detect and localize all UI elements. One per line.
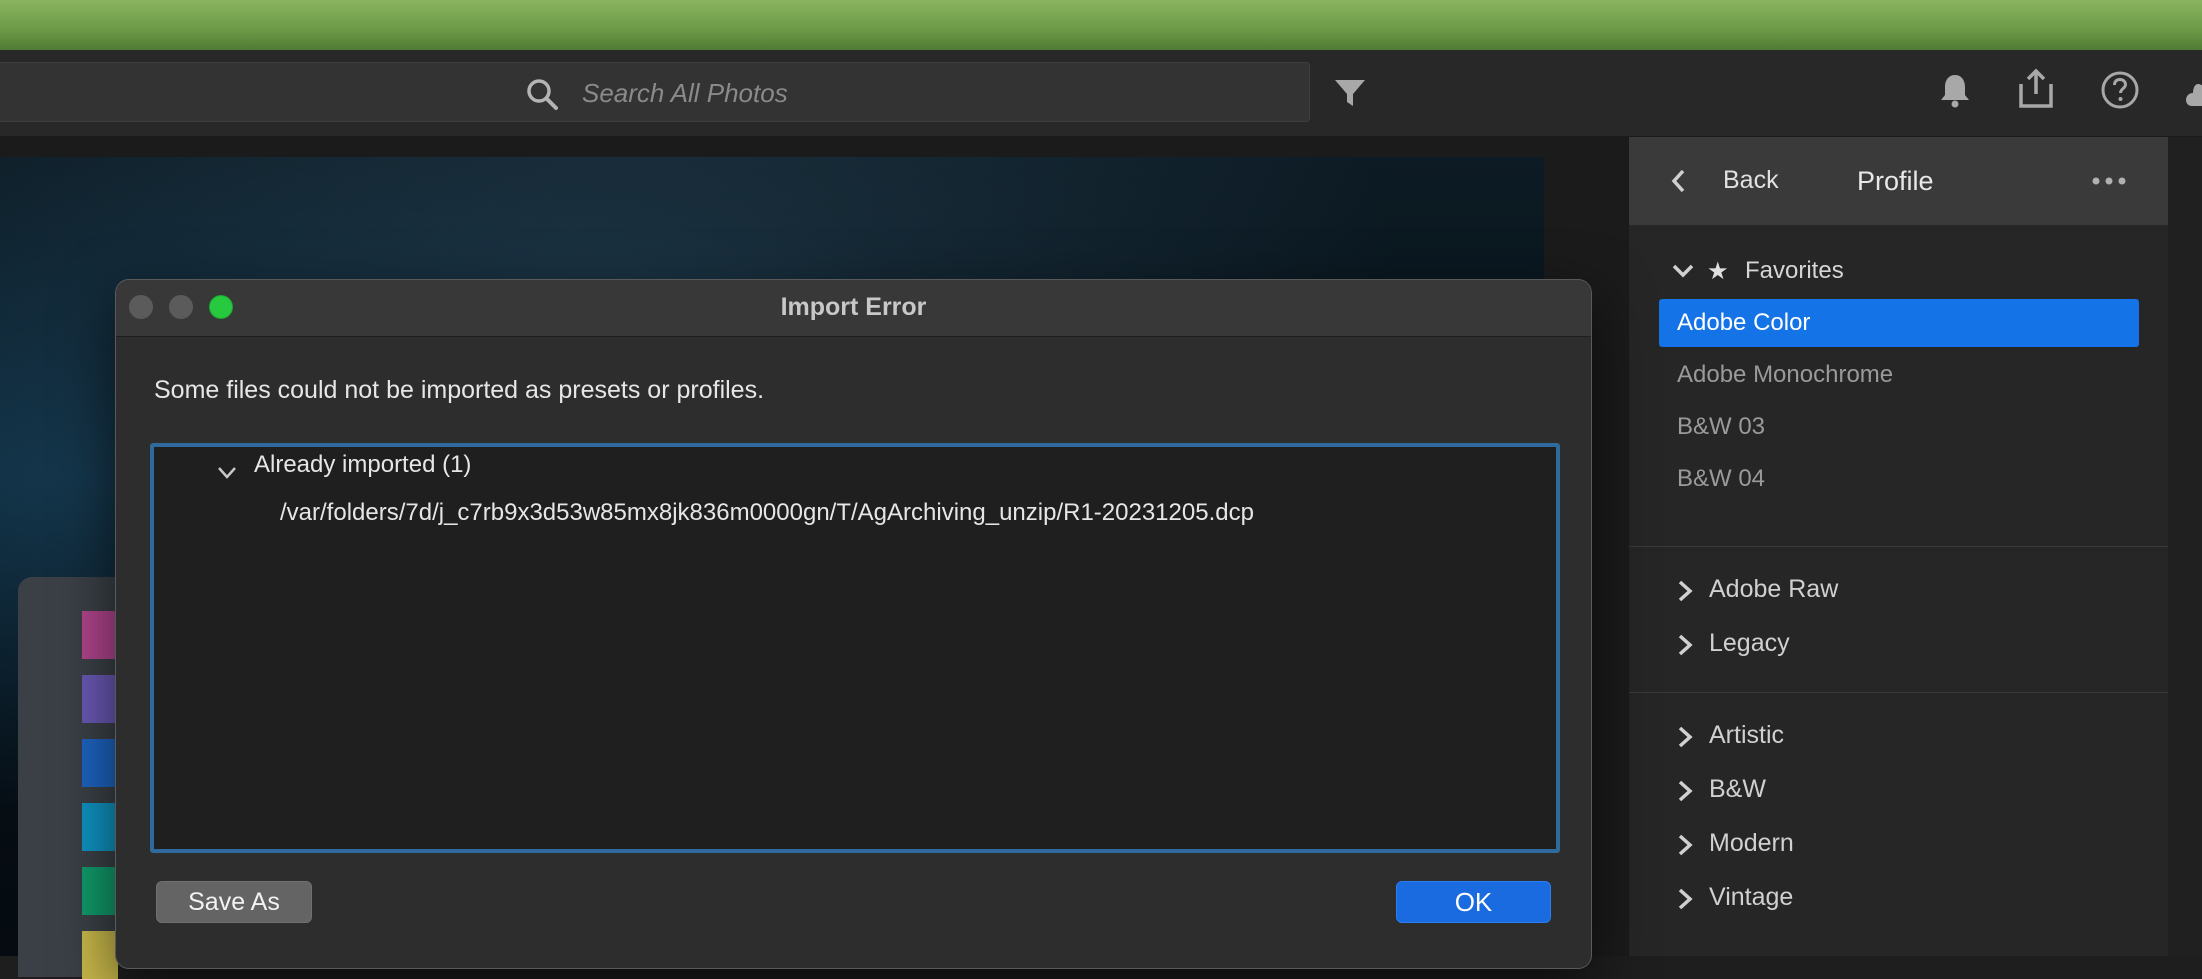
star-icon: ★	[1707, 258, 1729, 285]
swatch	[82, 867, 118, 915]
group-adobe-raw[interactable]: Adobe Raw	[1675, 573, 2135, 609]
chevron-left-icon[interactable]	[1667, 167, 1691, 195]
divider	[1629, 692, 2169, 693]
more-options-icon[interactable]	[2091, 175, 2127, 187]
chevron-right-icon	[1678, 780, 1693, 802]
profile-item-bw-03[interactable]: B&W 03	[1659, 403, 2139, 451]
favorites-group-header[interactable]: ★ Favorites	[1671, 255, 2131, 291]
error-group-title[interactable]: Already imported (1)	[254, 451, 471, 479]
profile-panel: Back Profile ★ Favorites Adobe Color Ado…	[1628, 137, 2169, 956]
chevron-down-icon	[1672, 264, 1694, 278]
group-bw[interactable]: B&W	[1675, 773, 2135, 809]
right-edge-panel	[2168, 137, 2202, 956]
file-path-item[interactable]: /var/folders/7d/j_c7rb9x3d53w85mx8jk836m…	[280, 499, 1254, 527]
swatch	[82, 675, 118, 723]
group-label: Modern	[1709, 829, 1794, 857]
chevron-right-icon	[1678, 834, 1693, 856]
swatch	[82, 739, 118, 787]
profile-item-adobe-color[interactable]: Adobe Color	[1659, 299, 2139, 347]
swatch	[82, 611, 118, 659]
bell-icon[interactable]	[1935, 70, 1975, 110]
top-toolbar: Search All Photos	[0, 50, 2202, 137]
profile-item-bw-04[interactable]: B&W 04	[1659, 455, 2139, 503]
group-legacy[interactable]: Legacy	[1675, 627, 2135, 663]
chevron-right-icon	[1678, 726, 1693, 748]
ok-button[interactable]: OK	[1396, 881, 1551, 923]
group-modern[interactable]: Modern	[1675, 827, 2135, 863]
dialog-title: Import Error	[780, 293, 927, 321]
group-label: Adobe Raw	[1709, 575, 1839, 603]
desktop-background	[0, 0, 2202, 50]
group-label: B&W	[1709, 775, 1766, 803]
favorites-label: Favorites	[1745, 257, 1844, 284]
dialog-message: Some files could not be imported as pres…	[154, 376, 765, 404]
group-label: Legacy	[1709, 629, 1790, 657]
back-button[interactable]: Back	[1723, 166, 1779, 195]
save-as-button[interactable]: Save As	[156, 881, 312, 923]
profile-panel-header: Back Profile	[1629, 137, 2169, 225]
error-list[interactable]: Already imported (1) /var/folders/7d/j_c…	[150, 443, 1560, 853]
color-checker	[18, 577, 118, 979]
search-field[interactable]: Search All Photos	[0, 62, 1310, 122]
divider	[1629, 546, 2169, 547]
group-vintage[interactable]: Vintage	[1675, 881, 2135, 917]
chevron-right-icon	[1678, 580, 1693, 602]
cloud-icon[interactable]	[2184, 74, 2202, 110]
dialog-titlebar: Import Error	[116, 280, 1591, 337]
swatch	[82, 803, 118, 851]
help-icon[interactable]	[2100, 70, 2140, 110]
group-label: Artistic	[1709, 721, 1784, 749]
chevron-right-icon	[1678, 634, 1693, 656]
search-placeholder: Search All Photos	[582, 78, 788, 108]
swatch	[82, 931, 118, 979]
chevron-down-icon[interactable]	[216, 465, 238, 481]
panel-title: Profile	[1857, 166, 1934, 196]
group-artistic[interactable]: Artistic	[1675, 719, 2135, 755]
profile-item-adobe-monochrome[interactable]: Adobe Monochrome	[1659, 351, 2139, 399]
search-icon	[527, 79, 558, 110]
share-icon[interactable]	[2015, 68, 2057, 110]
group-label: Vintage	[1709, 883, 1794, 911]
chevron-right-icon	[1678, 888, 1693, 910]
filter-icon[interactable]	[1333, 76, 1367, 110]
import-error-dialog: Import Error Some files could not be imp…	[115, 279, 1592, 969]
